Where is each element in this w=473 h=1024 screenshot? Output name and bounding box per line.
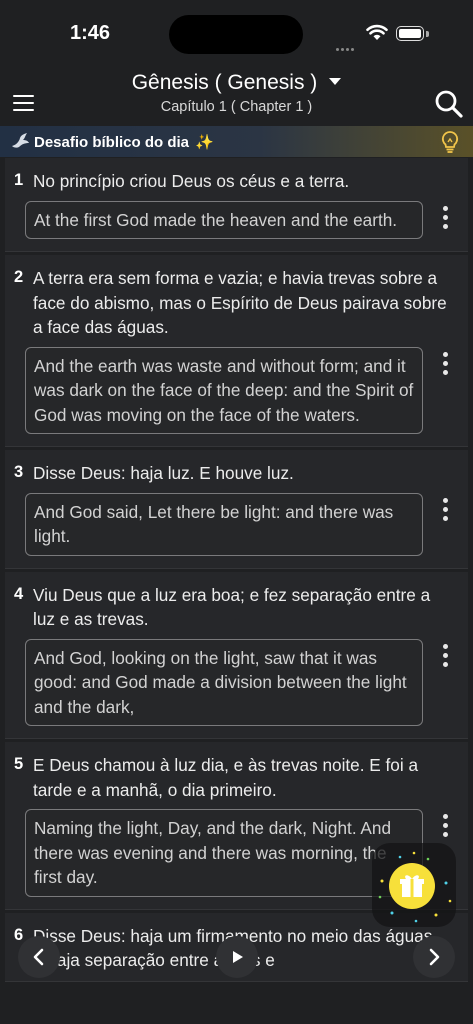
book-title: Gênesis ( Genesis ) [131, 71, 318, 94]
status-time: 1:46 [70, 22, 111, 44]
chevron-down-icon [329, 77, 342, 85]
verse-number: 2 [14, 268, 24, 286]
chevron-right-icon [429, 948, 440, 966]
verse-text: No princípio criou Deus os céus e a terr… [33, 171, 350, 191]
battery-tip [426, 31, 429, 37]
previous-chapter-button[interactable] [18, 936, 60, 978]
verse-item[interactable]: 3 Disse Deus: haja luz. E houve luz. And… [5, 450, 468, 569]
verse-translation: And the earth was waste and without form… [25, 346, 423, 434]
next-chapter-button[interactable] [413, 936, 455, 978]
verse-number: 4 [14, 584, 24, 603]
verse-number: 5 [14, 755, 24, 773]
challenge-label: Desafio bíblico do dia [34, 134, 190, 151]
challenge-text: Desafio bíblico do dia ✨ [34, 133, 214, 151]
dove-icon [12, 133, 29, 148]
search-icon[interactable] [434, 89, 464, 119]
chapter-subtitle: Capítulo 1 ( Chapter 1 ) [160, 99, 313, 115]
verse-item[interactable]: 1 No princípio criou Deus os céus e a te… [5, 158, 468, 252]
more-options-icon[interactable] [443, 206, 449, 233]
gift-button[interactable] [372, 843, 456, 927]
verse-text: Viu Deus que a luz era boa; e fez separa… [33, 584, 431, 630]
battery-icon [396, 26, 424, 41]
title-area: Gênesis ( Genesis ) Capítulo 1 ( Chapter… [0, 71, 473, 115]
verse-translation: Naming the light, Day, and the dark, Nig… [25, 809, 423, 897]
app-header: Gênesis ( Genesis ) Capítulo 1 ( Chapter… [0, 68, 473, 126]
more-options-icon[interactable] [443, 814, 449, 841]
verse-text: Disse Deus: haja luz. E houve luz. [33, 463, 294, 483]
verse-translation: And God said, Let there be light: and th… [25, 492, 423, 556]
play-icon [233, 951, 243, 963]
book-selector[interactable]: Gênesis ( Genesis ) [132, 71, 342, 95]
more-options-icon[interactable] [443, 498, 449, 525]
bottom-safe-area [0, 988, 473, 1024]
gift-icon [400, 875, 424, 897]
play-audio-button[interactable] [216, 936, 258, 978]
lightbulb-icon[interactable] [441, 130, 459, 154]
status-bar: 1:46 [0, 0, 473, 68]
verse-text: E Deus chamou à luz dia, e às trevas noi… [33, 755, 419, 800]
wifi-icon [366, 24, 388, 40]
verse-item[interactable]: 2 A terra era sem forma e vazia; e havia… [5, 255, 468, 447]
dynamic-island [169, 15, 303, 54]
more-options-icon[interactable] [443, 643, 449, 671]
verse-text: A terra era sem forma e vazia; e havia t… [33, 268, 447, 337]
verse-translation: And God, looking on the light, saw that … [25, 638, 423, 726]
chevron-left-icon [33, 948, 44, 966]
verse-translation: At the first God made the heaven and the… [25, 200, 423, 239]
gift-badge [389, 863, 435, 909]
more-options-icon[interactable] [443, 352, 449, 379]
sparkle-icon: ✨ [195, 134, 214, 151]
daily-challenge-banner[interactable]: Desafio bíblico do dia ✨ [0, 126, 473, 157]
verse-number: 1 [14, 171, 24, 189]
verse-item[interactable]: 4 Viu Deus que a luz era boa; e fez sepa… [5, 571, 468, 739]
signal-dots-icon [336, 38, 358, 51]
verse-number: 3 [14, 463, 24, 481]
